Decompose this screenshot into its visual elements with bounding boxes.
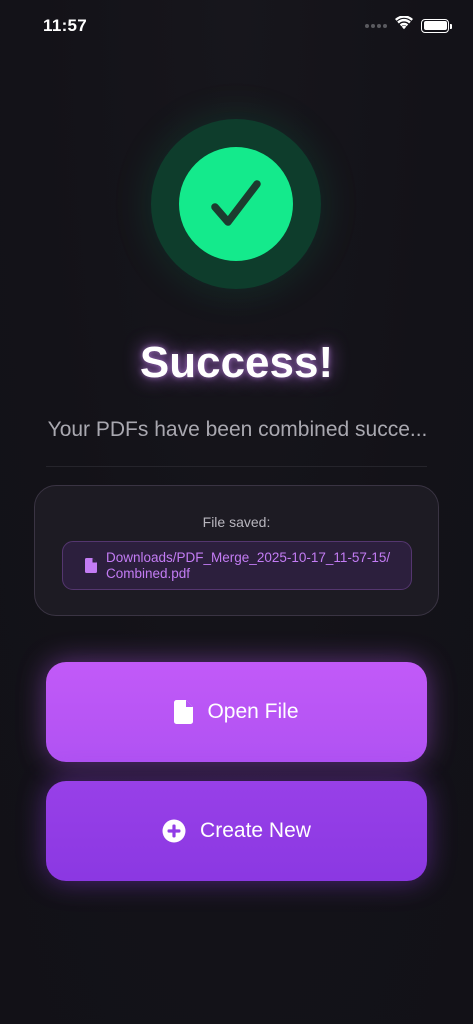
status-time: 11:57 (43, 16, 88, 35)
battery-icon (421, 18, 452, 33)
success-message: Your PDFs have been combined succe... (47, 418, 428, 441)
success-badge-inner (179, 147, 293, 261)
divider (46, 466, 427, 467)
checkmark-icon (211, 180, 261, 226)
plus-circle-icon (162, 819, 186, 843)
document-icon (85, 558, 97, 573)
file-saved-label: File saved: (202, 514, 271, 530)
status-bar: 11:57 (0, 0, 473, 54)
success-screen: 11:57 Success! Your PDFs have been combi… (0, 0, 473, 1024)
status-icons (365, 15, 452, 35)
create-new-button[interactable]: Create New (46, 781, 427, 881)
success-badge (151, 119, 321, 289)
create-new-label: Create New (200, 819, 311, 842)
open-file-label: Open File (207, 700, 299, 723)
signal-dots-icon (365, 23, 387, 28)
document-icon (174, 700, 194, 724)
page-title: Success! (139, 338, 334, 387)
file-path-text: Downloads/PDF_Merge_2025-10-17_11-57-15/… (106, 549, 391, 581)
wifi-icon (395, 15, 413, 35)
file-saved-card: File saved: Downloads/PDF_Merge_2025-10-… (34, 485, 439, 616)
file-path[interactable]: Downloads/PDF_Merge_2025-10-17_11-57-15/… (62, 541, 412, 590)
open-file-button[interactable]: Open File (46, 662, 427, 762)
